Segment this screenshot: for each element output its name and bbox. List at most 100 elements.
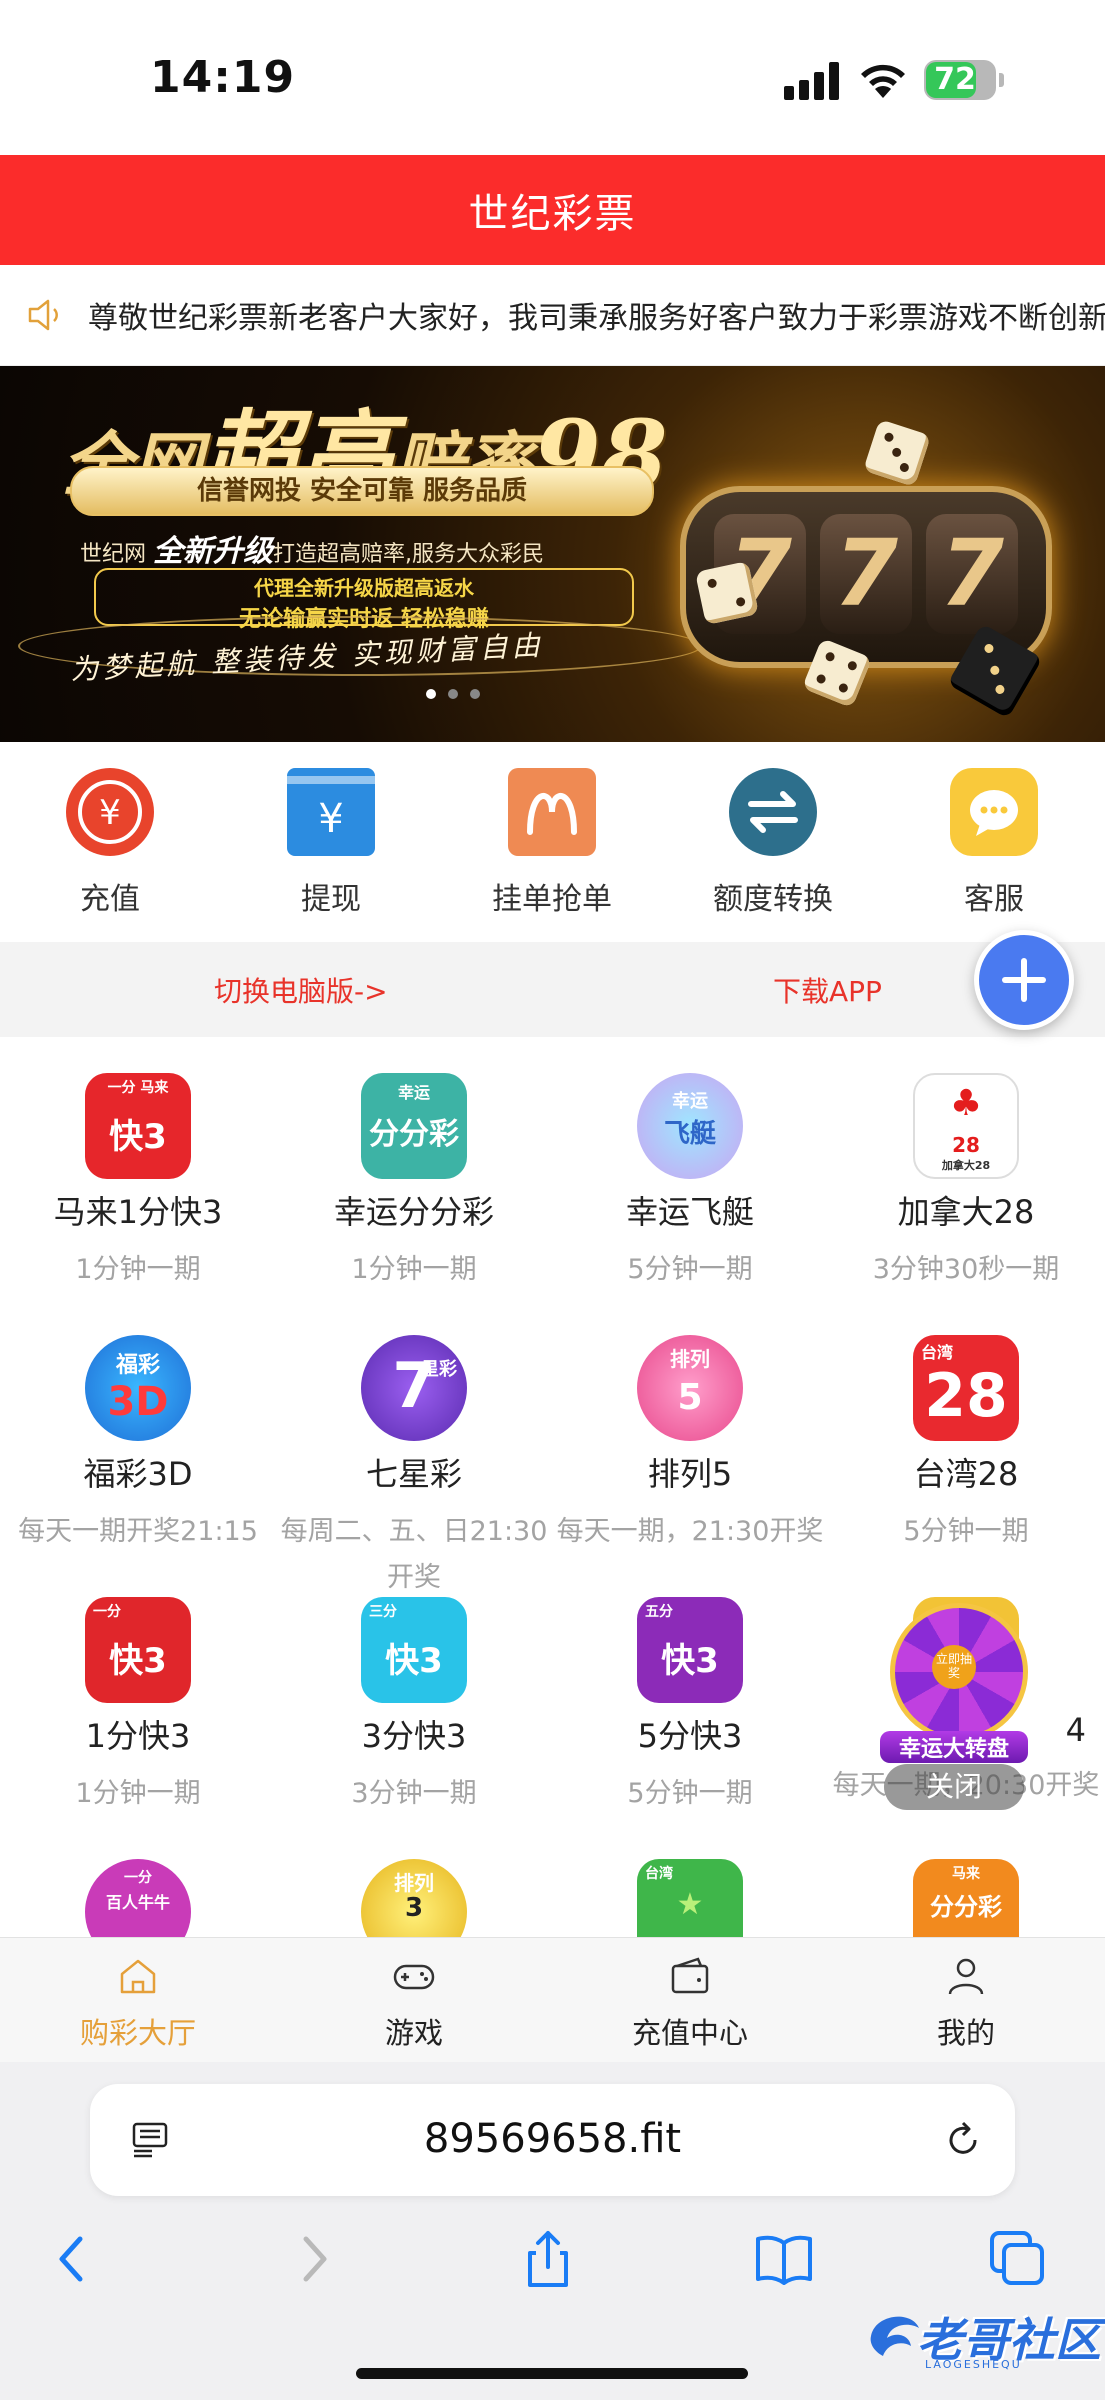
home-indicator[interactable] [356, 2368, 748, 2379]
customer-service-button[interactable]: 客服 [919, 768, 1069, 918]
tab-recharge-center[interactable]: 充值中心 [590, 1956, 790, 2052]
share-icon[interactable] [516, 2227, 580, 2291]
game-icon: 幸运 分分彩 [361, 1073, 467, 1179]
game-item[interactable]: 幸运 分分彩 幸运分分彩 1分钟一期 [276, 1073, 552, 1293]
game-icon: 台湾 28 [913, 1335, 1019, 1441]
game-name: 5分快3 [637, 1717, 743, 1755]
status-bar: 14:19 72 [0, 0, 1105, 155]
watermark-logo: 老哥社区 LAOGESHEQU [865, 2300, 1101, 2380]
battery-level: 72 [934, 62, 976, 97]
url-text: 89569658.fit [423, 2116, 682, 2162]
game-icon: 7 星彩 [361, 1335, 467, 1441]
game-name: 台湾28 [913, 1455, 1019, 1493]
gamepad-icon [393, 1964, 435, 1990]
game-item[interactable]: ♣ 28 加拿大28 加拿大28 3分钟30秒一期 [828, 1073, 1104, 1293]
speaker-icon [28, 299, 58, 331]
tab-lottery-hall[interactable]: 购彩大厅 [38, 1956, 238, 2052]
game-name: 3分快3 [361, 1717, 467, 1755]
dice-image [862, 418, 932, 488]
notice-marquee[interactable]: 尊敬世纪彩票新老客户大家好，我司秉承服务好客户致力于彩票游戏不断创新 [0, 265, 1105, 366]
game-item[interactable]: 排列 3 [276, 1859, 552, 1937]
game-item[interactable]: 福彩 3D 福彩3D 每天一期开奖21:15 [0, 1335, 276, 1555]
order-icon [508, 768, 596, 856]
game-icon: 台湾 ★ [637, 1859, 743, 1937]
game-schedule: 1分钟一期 [75, 1254, 201, 1285]
carousel-dots[interactable] [420, 684, 486, 703]
tab-mine[interactable]: 我的 [866, 1956, 1066, 2052]
dice-image [694, 560, 760, 626]
reload-icon[interactable] [943, 2120, 983, 2160]
wallet-icon [671, 1957, 709, 1994]
game-name: 加拿大28 [897, 1193, 1035, 1231]
notice-text: 尊敬世纪彩票新老客户大家好，我司秉承服务好客户致力于彩票游戏不断创新 [88, 301, 1105, 336]
game-item[interactable]: 7 星彩 七星彩 每周二、五、日21:30开奖 [276, 1335, 552, 1601]
app-header: 世纪彩票 [0, 155, 1105, 265]
game-item[interactable]: 排列 5 排列5 每天一期，21:30开奖 [552, 1335, 828, 1555]
back-icon[interactable] [40, 2227, 104, 2291]
wheel-spin-label: 立即抽奖 [932, 1645, 976, 1689]
game-name: 七星彩 [365, 1455, 462, 1493]
switch-pc-link[interactable]: 切换电脑版-> [214, 970, 388, 1010]
game-schedule: 3分钟30秒一期 [872, 1254, 1060, 1285]
game-name: 1分快3 [85, 1717, 191, 1755]
game-item[interactable]: 三分 快3 3分快3 3分钟一期 [276, 1597, 552, 1817]
transfer-button[interactable]: 额度转换 [698, 768, 848, 918]
withdraw-button[interactable]: ¥ 提现 [256, 768, 406, 918]
game-icon: 一分 百人牛牛 [85, 1859, 191, 1937]
add-fab-button[interactable] [974, 930, 1074, 1030]
svg-text:¥: ¥ [318, 796, 343, 842]
game-icon: 五分 快3 [637, 1597, 743, 1703]
dragon-logo-icon [870, 2316, 919, 2356]
tabs-icon[interactable] [986, 2227, 1050, 2291]
game-schedule: 5分钟一期 [903, 1516, 1029, 1547]
bottom-tab-bar: 购彩大厅 游戏 充值中心 我的 [0, 1937, 1105, 2063]
game-icon: 排列 5 [637, 1335, 743, 1441]
address-bar[interactable]: 89569658.fit [90, 2084, 1015, 2196]
game-name: 排列5 [647, 1455, 733, 1493]
switch-bar: 切换电脑版-> 下载APP [0, 942, 1105, 1037]
forward-icon[interactable] [282, 2227, 346, 2291]
game-item[interactable]: 一分 快3 1分快3 1分钟一期 [0, 1597, 276, 1817]
recharge-icon: ¥ [66, 768, 154, 856]
svg-text:¥: ¥ [99, 793, 121, 833]
game-icon: 一分 马来 快3 [85, 1073, 191, 1179]
banner-subline: 世纪网 全新升级打造超高赔率,服务大众彩民 [80, 534, 545, 569]
game-schedule: 5分钟一期 [627, 1778, 753, 1809]
game-icon: 幸运 飞艇 [637, 1073, 743, 1179]
battery-indicator: 72 [924, 60, 1004, 100]
page-title: 世纪彩票 [468, 191, 637, 237]
game-name: 福彩3D [83, 1455, 193, 1493]
game-item[interactable]: 马来 分分彩 [828, 1859, 1104, 1937]
download-app-link[interactable]: 下载APP [773, 970, 882, 1010]
game-schedule: 每天一期开奖21:15 [18, 1516, 258, 1547]
status-time: 14:19 [150, 52, 296, 103]
lucky-wheel-promo[interactable]: 立即抽奖 幸运大转盘 [880, 1603, 1028, 1763]
game-icon: 福彩 3D [85, 1335, 191, 1441]
game-item[interactable]: 台湾 ★ [552, 1859, 828, 1937]
tab-games[interactable]: 游戏 [314, 1956, 514, 2052]
game-item[interactable]: 幸运 飞艇 幸运飞艇 5分钟一期 [552, 1073, 828, 1293]
order-grab-button[interactable]: 挂单抢单 [477, 768, 627, 918]
recharge-button[interactable]: ¥ 充值 [35, 768, 185, 918]
game-item[interactable]: 五分 快3 5分快3 5分钟一期 [552, 1597, 828, 1817]
game-item[interactable]: 一分 百人牛牛 [0, 1859, 276, 1937]
game-schedule: 1分钟一期 [351, 1254, 477, 1285]
game-item[interactable]: 一分 马来 快3 马来1分快3 1分钟一期 [0, 1073, 276, 1293]
game-item[interactable]: 台湾 28 台湾28 5分钟一期 [828, 1335, 1104, 1555]
cellular-signal-icon [784, 62, 840, 100]
game-icon: 三分 快3 [361, 1597, 467, 1703]
user-icon [948, 1958, 984, 1995]
game-icon: 马来 分分彩 [913, 1859, 1019, 1937]
wheel-title: 幸运大转盘 [880, 1731, 1028, 1763]
close-promo-button[interactable]: 关闭 [884, 1764, 1024, 1810]
transfer-icon [729, 768, 817, 856]
banner-badges: 信誉网投 安全可靠 服务品质 [70, 466, 654, 516]
bookmarks-icon[interactable] [752, 2227, 816, 2291]
promo-banner[interactable]: 全网超高赔率98 信誉网投 安全可靠 服务品质 世纪网 全新升级打造超高赔率,服… [0, 366, 1105, 742]
game-icon: 一分 快3 [85, 1597, 191, 1703]
quick-actions: ¥ 充值 ¥ 提现 挂单抢单 额度转换 客服 [0, 742, 1105, 942]
home-icon [120, 1959, 156, 1994]
game-name: 幸运飞艇 [625, 1193, 754, 1231]
game-schedule: 1分钟一期 [75, 1778, 201, 1809]
game-schedule: 每周二、五、日21:30开奖 [280, 1516, 548, 1593]
